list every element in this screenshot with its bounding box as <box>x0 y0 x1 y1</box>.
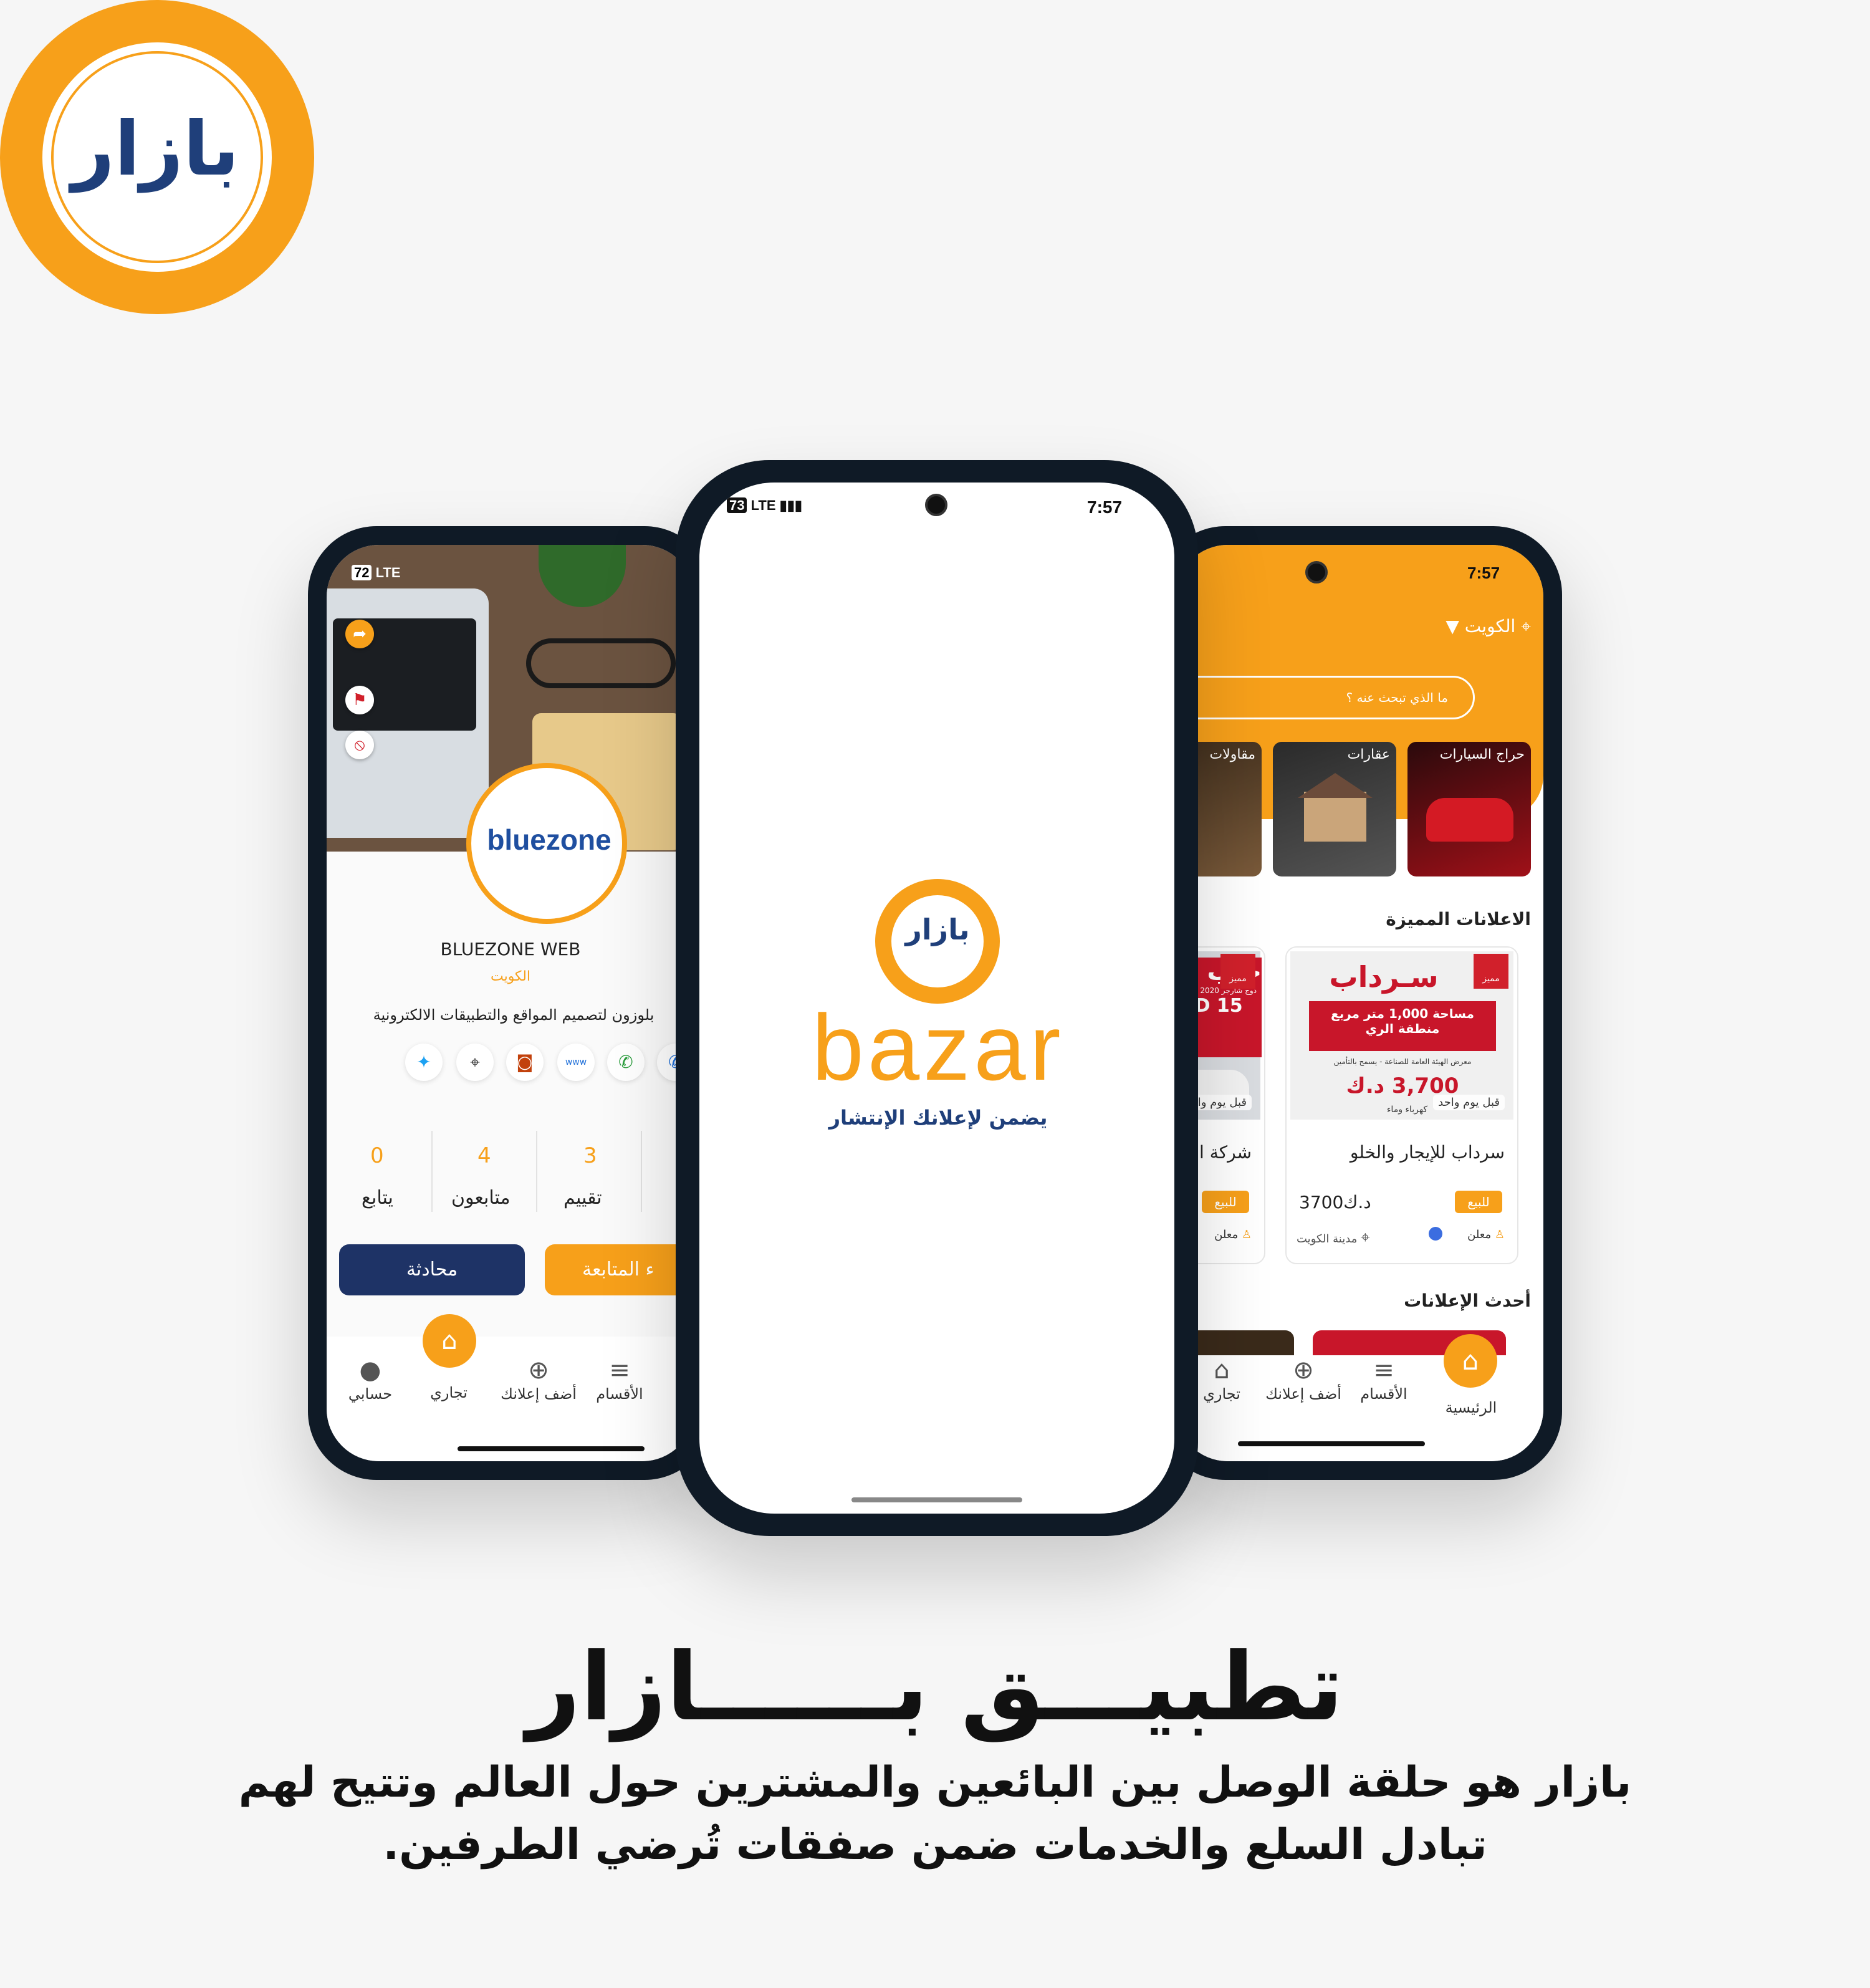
wordmark: bazar <box>812 995 1065 1100</box>
verified-icon <box>1429 1227 1442 1241</box>
profile-location: الكويت <box>490 969 531 984</box>
description-line-2: تبادل السلع والخدمات ضمن صفقات تُرضي الط… <box>383 1820 1487 1870</box>
category-realestate[interactable]: عقارات <box>1273 742 1396 876</box>
featured-card[interactable]: سـرداب مساحة 1,000 متر مربع منطقة الري م… <box>1285 946 1518 1264</box>
store-fab[interactable]: ⌂ <box>423 1314 476 1368</box>
search-input[interactable]: ما الذي تبحث عنه ؟ <box>1176 676 1475 719</box>
featured-badge: مميز <box>1474 954 1508 989</box>
home-screen: 7:57 … ⌖ الكويت ▼ ما الذي تبحث عنه ؟ حرا… <box>1176 545 1543 1461</box>
category-cars[interactable]: حراج السيارات <box>1407 742 1531 876</box>
twitter-icon[interactable]: ✦ <box>405 1044 443 1081</box>
home-fab[interactable]: ⌂ <box>1444 1334 1497 1388</box>
advertiser-label: معلن ♙ <box>1467 1228 1505 1241</box>
add-icon: ⊕ <box>1293 1356 1314 1385</box>
splash-logo: بازار <box>875 879 1000 1004</box>
profile-bio: بلوزون لتصميم المواقع والتطبيقات الالكتر… <box>373 1006 654 1024</box>
profile-screen: 72 LTE ➦ ⚑ ⦸ bluezone BLUEZONE WEB الكوي… <box>327 545 694 1461</box>
instagram-icon[interactable]: ◙ <box>506 1044 544 1081</box>
splash-screen: 73 LTE ▮▮▮ 7:57 بازار bazar يضمن لإعلانك… <box>699 483 1174 1514</box>
nav-account[interactable]: ● حسابي <box>339 1355 401 1403</box>
card-title: سرداب للإيجار والخلو <box>1350 1142 1505 1163</box>
stat-following-label: يتابع <box>362 1187 393 1209</box>
location-label: الكويت <box>1464 616 1516 636</box>
headline: تطبيـــق بــــــازار <box>526 1633 1344 1742</box>
stat-followers-label: متابعون <box>451 1187 511 1209</box>
whatsapp-icon[interactable]: ✆ <box>607 1044 645 1081</box>
featured-badge: مميز <box>1220 954 1255 989</box>
description-line-1: بازار هو حلقة الوصل بين البائعين والمشتر… <box>238 1758 1632 1807</box>
unfollow-button[interactable]: ء المتابعة <box>545 1244 694 1295</box>
signal-bars-icon: ▮▮▮ <box>779 497 802 513</box>
location-pin-icon: ⌖ <box>1361 1228 1370 1247</box>
add-icon: ⊕ <box>528 1356 549 1385</box>
chevron-down-icon: ▼ <box>1446 616 1459 636</box>
location-icon[interactable]: ⌖ <box>456 1044 494 1081</box>
chat-button[interactable]: محادثة <box>339 1244 525 1295</box>
sale-tag: للبيع <box>1455 1191 1502 1213</box>
share-icon[interactable]: ➦ <box>345 620 374 648</box>
nav-categories[interactable]: ≡ الأقسام <box>1353 1355 1415 1403</box>
person-icon: ● <box>359 1356 381 1385</box>
nav-add-ad[interactable]: ⊕ أضف إعلانك <box>495 1355 582 1403</box>
location-pin-icon: ⌖ <box>1521 616 1531 636</box>
sale-tag: للبيع <box>1202 1191 1249 1213</box>
stat-following-count: 0 <box>370 1143 384 1168</box>
nav-add-ad[interactable]: ⊕ أضف إعلانك <box>1263 1355 1344 1403</box>
avatar-brand: bluezone <box>487 824 611 856</box>
avatar: bluezone <box>466 763 627 924</box>
stat-rating-label: تقييم <box>563 1187 602 1209</box>
signal-badge: 72 <box>352 565 372 580</box>
menu-icon: ≡ <box>1373 1356 1394 1385</box>
report-flag-icon[interactable]: ⚑ <box>345 686 374 714</box>
latest-title: أحدث الإعلانات <box>1404 1290 1531 1311</box>
tagline: يضمن لإعلانك الإنتشار <box>828 1106 1048 1130</box>
card-price: 3700د.ك <box>1299 1192 1371 1212</box>
right-phone: 7:57 … ⌖ الكويت ▼ ما الذي تبحث عنه ؟ حرا… <box>1157 526 1562 1480</box>
status-time: 7:57 <box>1087 497 1123 517</box>
advertiser-label: معلن ♙ <box>1214 1228 1252 1241</box>
block-icon[interactable]: ⦸ <box>345 731 374 759</box>
status-time: 7:57 <box>1467 564 1500 582</box>
nav-store[interactable]: ⌂ تجاري <box>1191 1355 1253 1403</box>
featured-title: الاعلانات المميزة <box>1386 909 1531 929</box>
nav-categories[interactable]: ≡ الأقسام <box>588 1355 651 1403</box>
website-icon[interactable]: www <box>557 1044 595 1081</box>
card-city: مدينة الكويت ⌖ <box>1297 1228 1370 1247</box>
network-label: LTE <box>750 497 776 513</box>
stat-rating-count: 3 <box>583 1143 597 1168</box>
center-phone: 73 LTE ▮▮▮ 7:57 بازار bazar يضمن لإعلانك… <box>676 460 1198 1536</box>
person-icon: ♙ <box>1241 1228 1252 1241</box>
logo-text: بازار <box>71 106 239 193</box>
left-phone: 72 LTE ➦ ⚑ ⦸ bluezone BLUEZONE WEB الكوي… <box>308 526 713 1480</box>
nav-store[interactable]: تجاري <box>418 1384 480 1401</box>
profile-name: BLUEZONE WEB <box>440 939 581 959</box>
bottom-nav: ⌂ الرئيسية ≡ الأقسام ⊕ أضف إعلانك ⌂ تجار… <box>1176 1334 1543 1461</box>
network-label: LTE <box>375 565 401 580</box>
menu-icon: ≡ <box>609 1356 630 1385</box>
app-logo: بازار <box>0 0 314 314</box>
store-icon: ⌂ <box>1214 1356 1230 1385</box>
location-selector[interactable]: ⌖ الكويت ▼ <box>1363 616 1537 647</box>
person-icon: ♙ <box>1494 1228 1505 1241</box>
signal-badge: 73 <box>727 497 747 513</box>
nav-home[interactable]: الرئيسية <box>1434 1399 1508 1416</box>
stat-followers-count: 4 <box>477 1143 491 1168</box>
bottom-nav: ● حسابي ⌂ تجاري ⊕ أضف إعلانك ≡ الأقسام <box>327 1314 694 1461</box>
